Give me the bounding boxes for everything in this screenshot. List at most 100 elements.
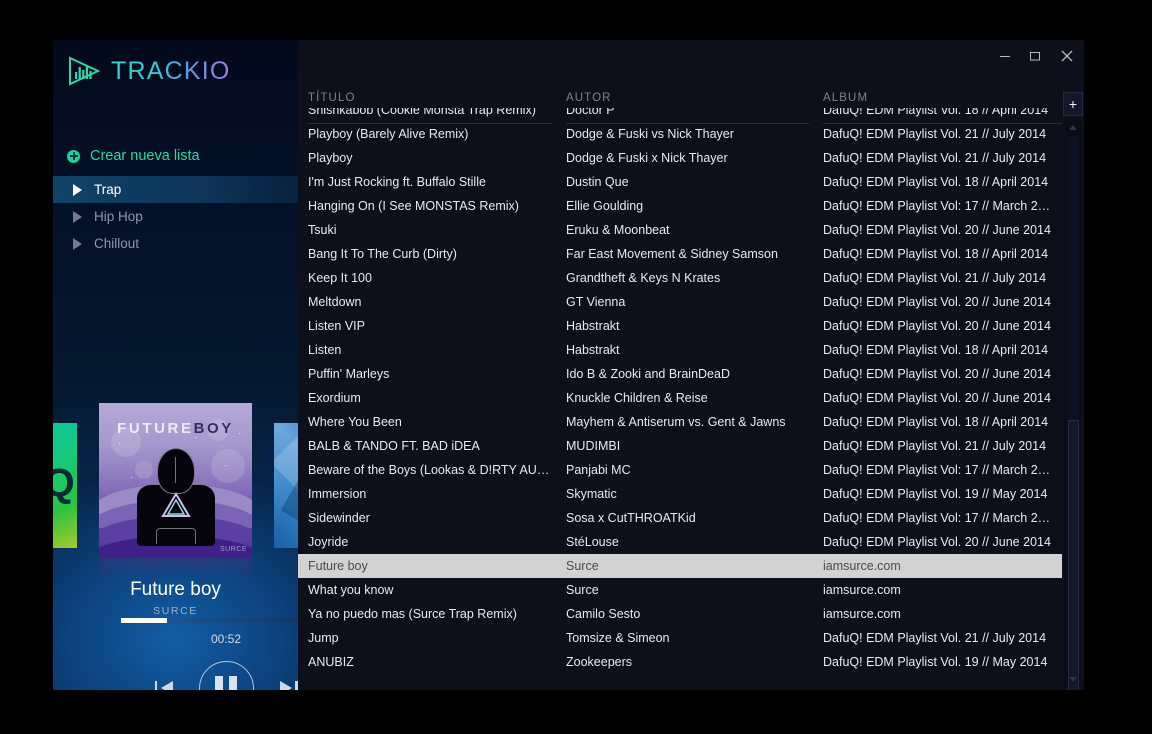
table-row[interactable]: I'm Just Rocking ft. Buffalo Stille Dusti… bbox=[298, 170, 1062, 194]
cell-title: Playboy (Barely Alive Remix) bbox=[308, 127, 469, 141]
table-row[interactable]: Joyride StéLouse DafuQ! EDM Playlist Vol. … bbox=[298, 530, 1062, 554]
create-playlist-button[interactable]: Crear nueva lista bbox=[67, 143, 284, 169]
cell-author: GT Vienna bbox=[566, 295, 626, 309]
now-playing-card: FUTUREBOY SURCE Future boy SURCE bbox=[99, 403, 252, 617]
close-icon bbox=[1061, 50, 1073, 62]
cell-album: DafuQ! EDM Playlist Vol. 21 // July 2014 bbox=[823, 439, 1047, 453]
next-track-button[interactable] bbox=[278, 677, 299, 690]
triangle-logo-icon bbox=[160, 492, 191, 517]
app-logo: TRACKIO bbox=[67, 56, 231, 86]
table-row[interactable]: Puffin' Marleys Ido B & Zooki and BrainDe… bbox=[298, 362, 1062, 386]
next-album-cover[interactable] bbox=[274, 423, 298, 548]
prev-bar-icon bbox=[154, 681, 157, 690]
cell-author: Eruku & Moonbeat bbox=[566, 223, 670, 237]
previous-album-cover[interactable] bbox=[53, 423, 77, 548]
table-row[interactable]: Listen Habstrakt DafuQ! EDM Playlist Vol. … bbox=[298, 338, 1062, 362]
minimize-button[interactable] bbox=[990, 40, 1020, 72]
album-art[interactable]: FUTUREBOY SURCE bbox=[99, 403, 252, 558]
scroll-down-arrow[interactable] bbox=[1064, 672, 1082, 686]
table-row[interactable]: Keep It 100 Grandtheft & Keys N Krates Daf… bbox=[298, 266, 1062, 290]
progress-bar[interactable] bbox=[121, 618, 298, 623]
pause-button[interactable] bbox=[198, 660, 254, 690]
create-playlist-label: Crear nueva lista bbox=[90, 148, 200, 164]
table-row[interactable]: Tsuki Eruku & Moonbeat DafuQ! EDM Playlist… bbox=[298, 218, 1062, 242]
table-row[interactable]: Immersion Skymatic DafuQ! EDM Playlist Vol… bbox=[298, 482, 1062, 506]
cell-album: DafuQ! EDM Playlist Vol. 19 // May 2014 bbox=[823, 655, 1048, 669]
cell-title: Playboy bbox=[308, 151, 353, 165]
sidebar-item-hip-hop[interactable]: Hip Hop bbox=[53, 203, 298, 230]
player-window: TRACKIO Crear nueva lista Trap Hip Hop C… bbox=[53, 40, 1084, 690]
tracklist-rows: Shishkabob (Cookie Monsta Trap Remix) Doc… bbox=[298, 108, 1062, 674]
close-button[interactable] bbox=[1050, 40, 1084, 72]
cell-title: Meltdown bbox=[308, 295, 362, 309]
cell-author: Surce bbox=[566, 583, 599, 597]
table-row[interactable]: BALB & TANDO FT. BAD iDEA MUDIMBI DafuQ! E… bbox=[298, 434, 1062, 458]
column-header-author[interactable]: AUTOR bbox=[566, 92, 823, 124]
table-row[interactable]: Playboy Dodge & Fuski x Nick Thayer DafuQ!… bbox=[298, 146, 1062, 170]
next-bar-icon bbox=[295, 681, 298, 690]
cell-album: DafuQ! EDM Playlist Vol: 17 // March 201… bbox=[823, 199, 1059, 213]
table-row[interactable]: What you know Surce iamsurce.com bbox=[298, 578, 1062, 602]
cell-album: DafuQ! EDM Playlist Vol. 20 // June 2014 bbox=[823, 535, 1051, 549]
tracklist-viewport: Shishkabob (Cookie Monsta Trap Remix) Doc… bbox=[298, 108, 1062, 690]
cell-album: DafuQ! EDM Playlist Vol. 20 // June 2014 bbox=[823, 319, 1051, 333]
app-title: TRACKIO bbox=[111, 56, 231, 85]
cell-album: iamsurce.com bbox=[823, 559, 901, 573]
cell-album: DafuQ! EDM Playlist Vol. 18 // April 201… bbox=[823, 415, 1049, 429]
cell-author: Tomsize & Simeon bbox=[566, 631, 670, 645]
cell-author: StéLouse bbox=[566, 535, 619, 549]
tracklist-scrollbar[interactable] bbox=[1064, 120, 1082, 690]
cell-author: Panjabi MC bbox=[566, 463, 631, 477]
play-triangle-icon bbox=[73, 237, 82, 250]
playback-progress: 00:52 bbox=[121, 618, 298, 646]
now-playing-artist: SURCE bbox=[153, 605, 198, 617]
table-row[interactable]: Bang It To The Curb (Dirty) Far East Move… bbox=[298, 242, 1062, 266]
table-row[interactable]: Where You Been Mayhem & Antiserum vs. Gen… bbox=[298, 410, 1062, 434]
cell-author: Skymatic bbox=[566, 487, 617, 501]
table-row[interactable]: Hanging On (I See MONSTAS Remix) Ellie Go… bbox=[298, 194, 1062, 218]
cell-author: Grandtheft & Keys N Krates bbox=[566, 271, 721, 285]
table-row[interactable]: Jump Tomsize & Simeon DafuQ! EDM Playlist … bbox=[298, 626, 1062, 650]
previous-track-button[interactable] bbox=[153, 677, 175, 690]
tracklist-header: TÍTULO AUTOR ALBUM bbox=[308, 92, 1076, 124]
blue-geometric-cover-art bbox=[274, 423, 298, 548]
cell-album: DafuQ! EDM Playlist Vol. 20 // June 2014 bbox=[823, 223, 1051, 237]
table-row[interactable]: Ya no puedo mas (Surce Trap Remix) Camilo… bbox=[298, 602, 1062, 626]
maximize-icon bbox=[1030, 52, 1040, 61]
column-header-album[interactable]: ALBUM bbox=[823, 92, 1076, 124]
playback-controls bbox=[121, 658, 298, 690]
table-row[interactable]: Sidewinder Sosa x CutTHROATKid DafuQ! EDM … bbox=[298, 506, 1062, 530]
cell-album: DafuQ! EDM Playlist Vol. 21 // July 2014 bbox=[823, 127, 1047, 141]
add-track-button[interactable]: + bbox=[1063, 92, 1083, 116]
cell-author: Habstrakt bbox=[566, 343, 620, 357]
maximize-button[interactable] bbox=[1020, 40, 1050, 72]
table-row[interactable]: Beware of the Boys (Lookas & D!RTY AUD!O… bbox=[298, 458, 1062, 482]
cell-title: Future boy bbox=[308, 559, 368, 573]
cell-album: DafuQ! EDM Playlist Vol. 18 // April 201… bbox=[823, 175, 1049, 189]
now-playing-title: Future boy bbox=[130, 579, 221, 600]
table-row[interactable]: ANUBIZ Zookeepers DafuQ! EDM Playlist Vol.… bbox=[298, 650, 1062, 674]
album-art-title-text: FUTUREBOY bbox=[117, 420, 234, 437]
cell-album: DafuQ! EDM Playlist Vol: 17 // March 201… bbox=[823, 463, 1059, 477]
table-row[interactable]: Meltdown GT Vienna DafuQ! EDM Playlist Vol… bbox=[298, 290, 1062, 314]
play-triangle-icon bbox=[73, 210, 82, 223]
cell-title: BALB & TANDO FT. BAD iDEA bbox=[308, 439, 480, 453]
prev-triangle-icon bbox=[160, 681, 173, 690]
sidebar-item-chillout[interactable]: Chillout bbox=[53, 230, 298, 257]
column-header-title[interactable]: TÍTULO bbox=[308, 92, 566, 124]
cell-album: DafuQ! EDM Playlist Vol. 18 // April 201… bbox=[823, 343, 1049, 357]
next-triangle-icon bbox=[279, 681, 292, 690]
table-row[interactable]: Exordium Knuckle Children & Reise DafuQ! E… bbox=[298, 386, 1062, 410]
cell-author: Surce bbox=[566, 559, 599, 573]
table-row[interactable]: Playboy (Barely Alive Remix) Dodge & Fusk… bbox=[298, 122, 1062, 146]
table-row[interactable]: Future boy Surce iamsurce.com bbox=[298, 554, 1062, 578]
cell-album: DafuQ! EDM Playlist Vol. 21 // July 2014 bbox=[823, 151, 1047, 165]
cell-title: Immersion bbox=[308, 487, 367, 501]
scroll-up-arrow[interactable] bbox=[1064, 120, 1082, 134]
cell-author: Dodge & Fuski x Nick Thayer bbox=[566, 151, 728, 165]
cell-author: MUDIMBI bbox=[566, 439, 621, 453]
table-row[interactable]: Listen VIP Habstrakt DafuQ! EDM Playlist V… bbox=[298, 314, 1062, 338]
sidebar-item-trap[interactable]: Trap bbox=[53, 176, 298, 203]
scrollbar-thumb[interactable] bbox=[1068, 420, 1079, 690]
cell-album: iamsurce.com bbox=[823, 607, 901, 621]
